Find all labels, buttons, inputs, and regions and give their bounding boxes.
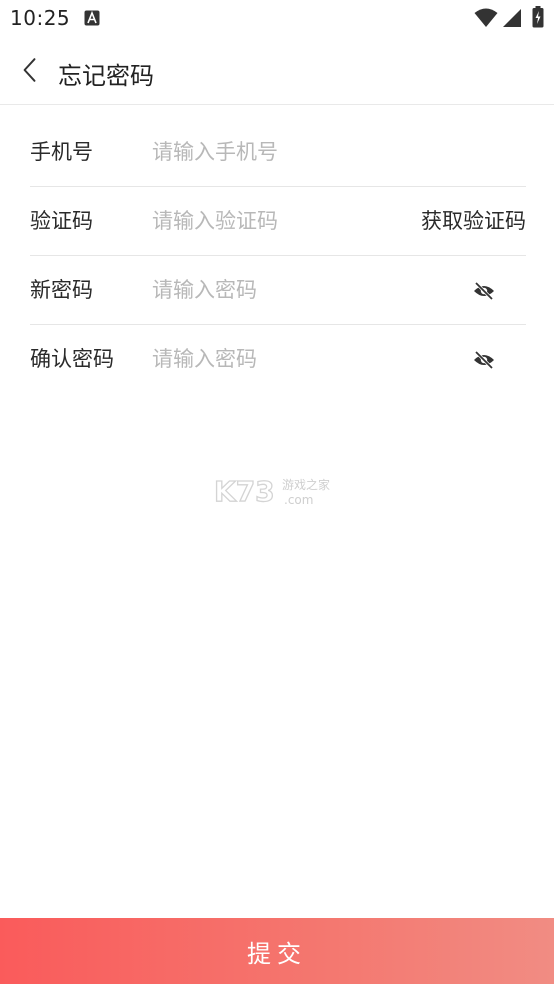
watermark-domain: .com — [284, 493, 313, 507]
forgot-password-form: 手机号 验证码 获取验证码 新密码 确认密码 — [30, 118, 526, 394]
confirm-password-row: 确认密码 — [30, 325, 526, 394]
page-title: 忘记密码 — [58, 62, 154, 90]
phone-input[interactable] — [152, 135, 402, 169]
chevron-left-icon — [23, 58, 36, 82]
new-password-label: 新密码 — [30, 278, 93, 302]
new-password-input[interactable] — [152, 273, 402, 307]
new-password-row: 新密码 — [30, 256, 526, 325]
watermark-brand: K73 — [214, 475, 275, 508]
status-time: 10:25 — [10, 6, 71, 30]
code-label: 验证码 — [30, 209, 93, 233]
battery-charging-icon — [532, 6, 544, 28]
status-bar: 10:25 — [0, 0, 554, 38]
code-row: 验证码 获取验证码 — [30, 187, 526, 256]
wifi-icon — [474, 8, 498, 27]
k73-watermark-logo: K73 游戏之家 .com — [213, 474, 330, 508]
watermark-subtitle: 游戏之家 — [282, 477, 330, 492]
signal-icon — [503, 9, 521, 27]
get-code-button[interactable]: 获取验证码 — [421, 207, 526, 235]
phone-label: 手机号 — [30, 140, 93, 164]
header: 忘记密码 — [0, 38, 554, 105]
submit-button[interactable]: 提交 — [0, 918, 554, 984]
back-button[interactable] — [12, 52, 48, 88]
a-notification-icon — [84, 10, 100, 26]
eye-hidden-icon[interactable] — [470, 280, 498, 302]
confirm-password-input[interactable] — [152, 342, 402, 376]
phone-row: 手机号 — [30, 118, 526, 187]
code-input[interactable] — [152, 204, 402, 238]
confirm-password-label: 确认密码 — [30, 347, 114, 371]
eye-hidden-icon[interactable] — [470, 349, 498, 371]
